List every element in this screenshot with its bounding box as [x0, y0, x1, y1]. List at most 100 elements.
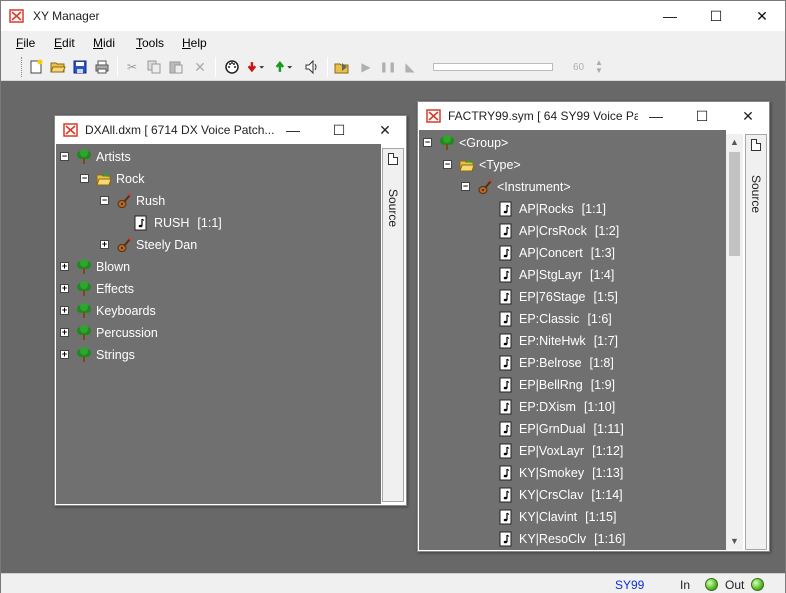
tree-node[interactable]: EP:DXism [1:10] — [499, 398, 615, 416]
tree-node[interactable]: AP|StgLayr [1:4] — [499, 266, 614, 284]
stop-icon[interactable]: ◣ — [401, 58, 419, 76]
factry99-scrollbar[interactable]: ▲ ▼ — [726, 134, 743, 550]
expand-icon[interactable]: + — [100, 240, 109, 249]
tree-node[interactable]: KY|ResoClv [1:16] — [499, 530, 625, 548]
factry99-title-bar[interactable]: FACTRY99.sym [ 64 SY99 Voice Pa... — ☐ ✕ — [418, 102, 769, 130]
dxall-minimize-button[interactable]: — — [270, 116, 316, 144]
play-icon[interactable]: ▶ — [357, 58, 375, 76]
note-icon — [499, 355, 515, 371]
tree-node-name: Rock — [116, 172, 145, 186]
collapse-icon[interactable]: − — [423, 138, 432, 147]
menu-tools[interactable]: Tools — [136, 36, 164, 50]
collapse-icon[interactable]: − — [443, 160, 452, 169]
expand-icon[interactable]: + — [60, 350, 69, 359]
tree-node[interactable]: Blown — [76, 258, 130, 276]
cut-icon[interactable]: ✂ — [123, 58, 141, 76]
tree-node[interactable]: Effects — [76, 280, 134, 298]
dxall-close-button[interactable]: ✕ — [362, 116, 408, 144]
expand-icon[interactable]: + — [60, 328, 69, 337]
close-button[interactable]: ✕ — [739, 1, 785, 31]
speaker-icon[interactable] — [303, 58, 321, 76]
scroll-up-icon[interactable]: ▲ — [726, 134, 743, 151]
scroll-down-icon[interactable]: ▼ — [726, 533, 743, 550]
app-logo-icon — [9, 9, 24, 23]
send-icon[interactable] — [275, 58, 293, 76]
tree-node[interactable]: EP|VoxLayr [1:12] — [499, 442, 623, 460]
copy-icon[interactable] — [145, 58, 163, 76]
expand-icon[interactable]: + — [60, 262, 69, 271]
tree-node[interactable]: Rock — [96, 170, 144, 188]
tree-node[interactable]: Strings — [76, 346, 135, 364]
tree-node[interactable]: KY|Smokey [1:13] — [499, 464, 623, 482]
tree-node[interactable]: Steely Dan — [116, 236, 197, 254]
midi-icon[interactable] — [223, 58, 241, 76]
tree-node[interactable]: Percussion — [76, 324, 158, 342]
open-icon[interactable] — [49, 58, 67, 76]
delete-icon[interactable]: ✕ — [191, 58, 209, 76]
tree-node[interactable]: EP|BellRng [1:9] — [499, 376, 615, 394]
spin-down-icon[interactable]: ▼ — [594, 67, 604, 75]
expand-icon[interactable]: + — [60, 284, 69, 293]
tree-node[interactable]: AP|Rocks [1:1] — [499, 200, 606, 218]
tree-node[interactable]: Keyboards — [76, 302, 156, 320]
progress-bar-fill — [434, 64, 552, 70]
menu-midi[interactable]: Midi — [93, 36, 115, 50]
app-title: XY Manager — [33, 9, 100, 23]
factry99-minimize-button[interactable]: — — [633, 102, 679, 130]
note-icon — [499, 465, 515, 481]
play-list-icon[interactable] — [333, 58, 351, 76]
receive-icon[interactable] — [247, 58, 265, 76]
tree-node[interactable]: EP:NiteHwk [1:7] — [499, 332, 618, 350]
tree-node-name: KY|CrsClav — [519, 488, 584, 502]
factry99-source-tab[interactable]: Source — [745, 134, 767, 550]
tree-node[interactable]: EP:Belrose [1:8] — [499, 354, 614, 372]
tree-node[interactable]: EP|76Stage [1:5] — [499, 288, 618, 306]
factry99-close-button[interactable]: ✕ — [725, 102, 771, 130]
factry99-tree[interactable]: − <Group> − <Type> − <Instrument> AP|Rocks [1:1… — [419, 130, 726, 550]
tree-node[interactable]: AP|Concert [1:3] — [499, 244, 615, 262]
toolbar-grip[interactable] — [21, 57, 24, 77]
source-tab-label: Source — [386, 189, 400, 228]
midi-out-led-icon — [751, 578, 764, 591]
menu-edit-accel: E — [54, 36, 63, 50]
tree-node[interactable]: RUSH [1:1] — [134, 214, 222, 232]
menu-help[interactable]: Help — [182, 36, 207, 50]
save-icon[interactable] — [71, 58, 89, 76]
menu-edit[interactable]: Edit — [54, 36, 75, 50]
tree-node[interactable]: <Instrument> — [477, 178, 571, 196]
dxall-tree[interactable]: − Artists − Rock − Rush RUSH [1:1] + Steely Dan + B… — [56, 144, 381, 504]
patch-number: [1:5] — [593, 290, 618, 304]
collapse-icon[interactable]: − — [100, 196, 109, 205]
title-bar: XY Manager — ☐ ✕ — [1, 1, 785, 31]
spinner[interactable]: ▲ ▼ — [594, 59, 604, 77]
patch-number: [1:9] — [590, 378, 616, 392]
tree-node[interactable]: EP:Classic [1:6] — [499, 310, 612, 328]
dxall-title-bar[interactable]: DXAll.dxm [ 6714 DX Voice Patch... — ☐ ✕ — [55, 116, 406, 144]
collapse-icon[interactable]: − — [80, 174, 89, 183]
tree-node[interactable]: <Type> — [459, 156, 521, 174]
dxall-maximize-button[interactable]: ☐ — [316, 116, 362, 144]
paste-icon[interactable] — [167, 58, 185, 76]
folder-icon — [96, 171, 112, 187]
new-icon[interactable] — [27, 58, 45, 76]
tree-node[interactable]: EP|GrnDual [1:11] — [499, 420, 624, 438]
expand-icon[interactable]: + — [60, 306, 69, 315]
print-icon[interactable] — [93, 58, 111, 76]
midi-in-label: In — [680, 578, 691, 592]
dxall-source-tab[interactable]: Source — [382, 148, 404, 502]
tree-node[interactable]: Artists — [76, 148, 131, 166]
minimize-button[interactable]: — — [647, 1, 693, 31]
tree-node[interactable]: <Group> — [439, 134, 508, 152]
pause-icon[interactable]: ❚❚ — [379, 58, 397, 76]
tree-node[interactable]: KY|CrsClav [1:14] — [499, 486, 623, 504]
factry99-maximize-button[interactable]: ☐ — [679, 102, 725, 130]
tree-node[interactable]: KY|Clavint [1:15] — [499, 508, 616, 526]
maximize-button[interactable]: ☐ — [693, 1, 739, 31]
tree-node[interactable]: Rush — [116, 192, 165, 210]
collapse-icon[interactable]: − — [60, 152, 69, 161]
collapse-icon[interactable]: − — [461, 182, 470, 191]
menu-file[interactable]: File — [16, 36, 35, 50]
scroll-thumb[interactable] — [729, 152, 740, 256]
progress-bar — [433, 63, 553, 71]
tree-node[interactable]: AP|CrsRock [1:2] — [499, 222, 619, 240]
